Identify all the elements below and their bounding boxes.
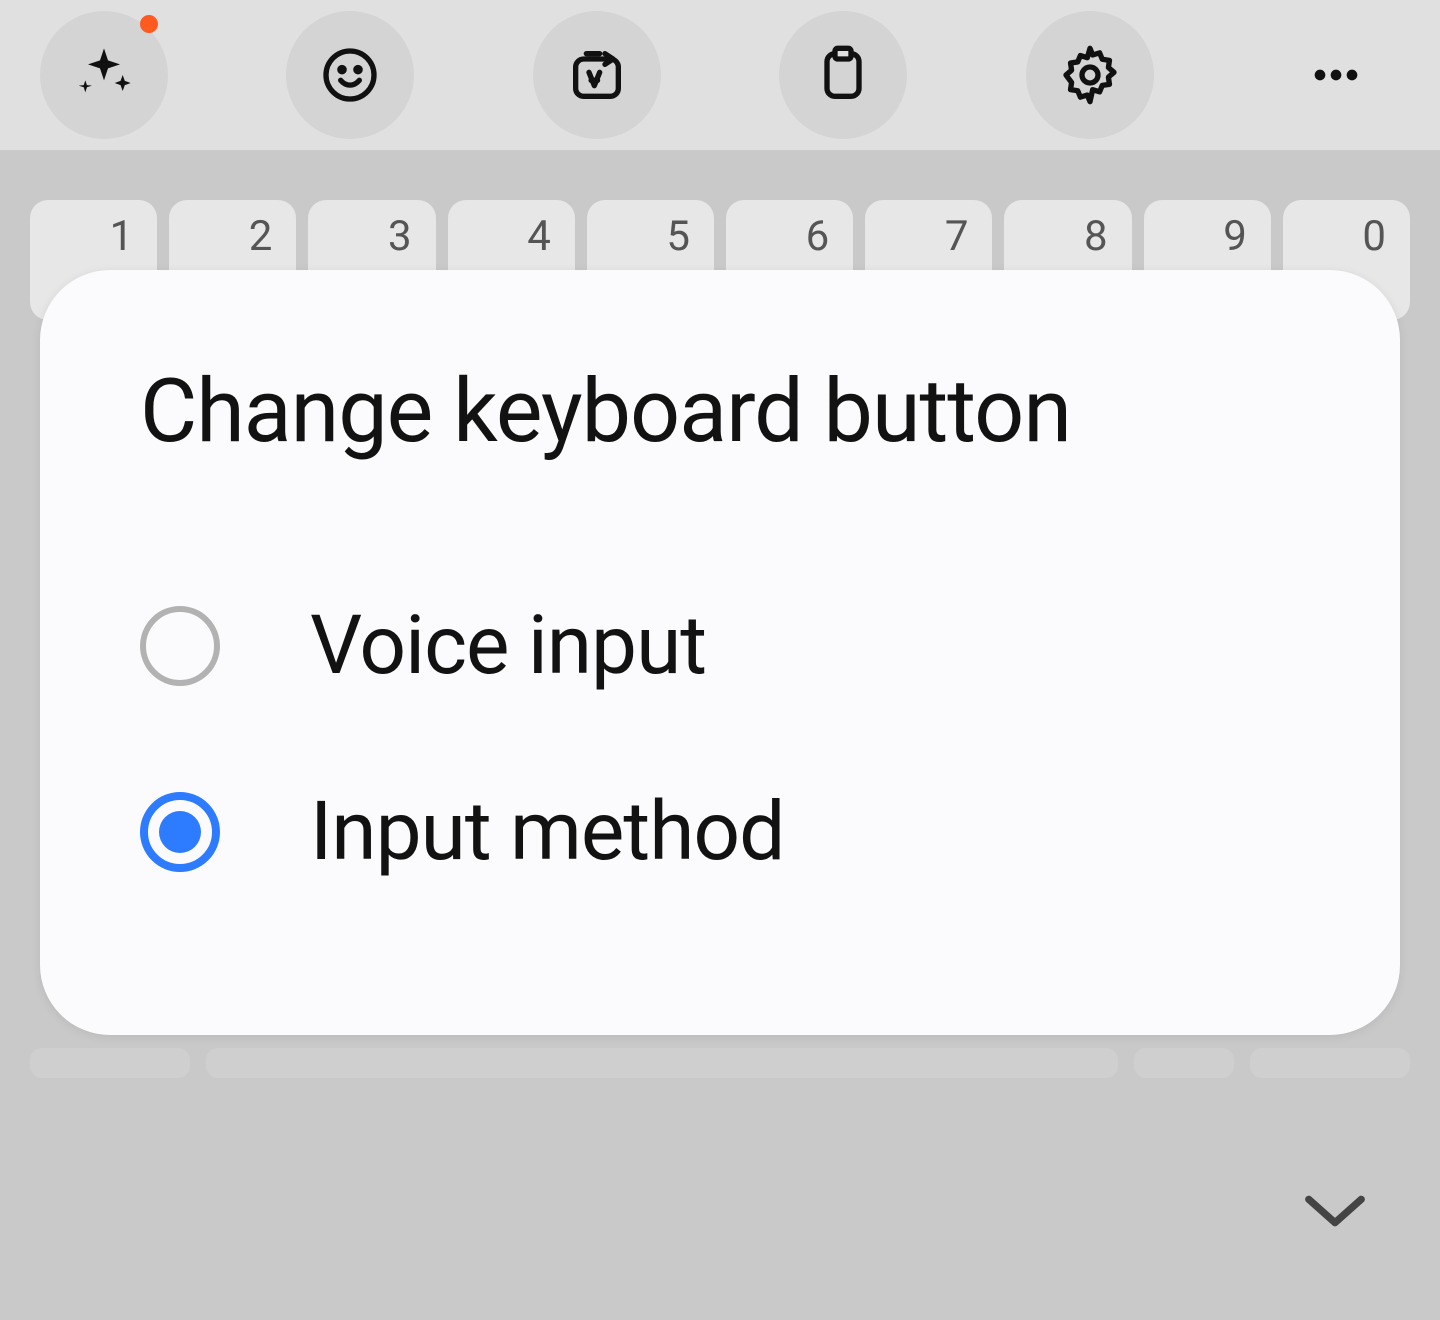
- radio-unchecked[interactable]: [140, 606, 220, 686]
- dialog-title: Change keyboard button: [140, 360, 1300, 463]
- option-input-method[interactable]: Input method: [140, 739, 1300, 925]
- translate-icon: [565, 43, 629, 107]
- key-space[interactable]: [206, 1048, 1118, 1078]
- key-generic[interactable]: [1134, 1048, 1234, 1078]
- settings-button[interactable]: [1026, 11, 1154, 139]
- key-generic[interactable]: [30, 1048, 190, 1078]
- magic-button[interactable]: [40, 11, 168, 139]
- notification-dot: [140, 15, 158, 33]
- more-button[interactable]: [1272, 11, 1400, 139]
- option-label: Input method: [310, 784, 784, 880]
- radio-checked[interactable]: [140, 792, 220, 872]
- gear-icon: [1058, 43, 1122, 107]
- key-generic[interactable]: [1250, 1048, 1410, 1078]
- more-horizontal-icon: [1304, 43, 1368, 107]
- translate-button[interactable]: [533, 11, 661, 139]
- keyboard-bottom-row: [30, 1048, 1410, 1078]
- clipboard-button[interactable]: [779, 11, 907, 139]
- chevron-down-icon: [1300, 1221, 1370, 1240]
- change-keyboard-button-dialog: Change keyboard button Voice input Input…: [40, 270, 1400, 1035]
- option-label: Voice input: [310, 598, 706, 694]
- smiley-icon: [318, 43, 382, 107]
- keyboard-toolbar: [0, 0, 1440, 150]
- option-voice-input[interactable]: Voice input: [140, 553, 1300, 739]
- dismiss-keyboard-button[interactable]: [1300, 1186, 1370, 1240]
- clipboard-icon: [811, 43, 875, 107]
- sparkles-icon: [72, 43, 136, 107]
- emoji-button[interactable]: [286, 11, 414, 139]
